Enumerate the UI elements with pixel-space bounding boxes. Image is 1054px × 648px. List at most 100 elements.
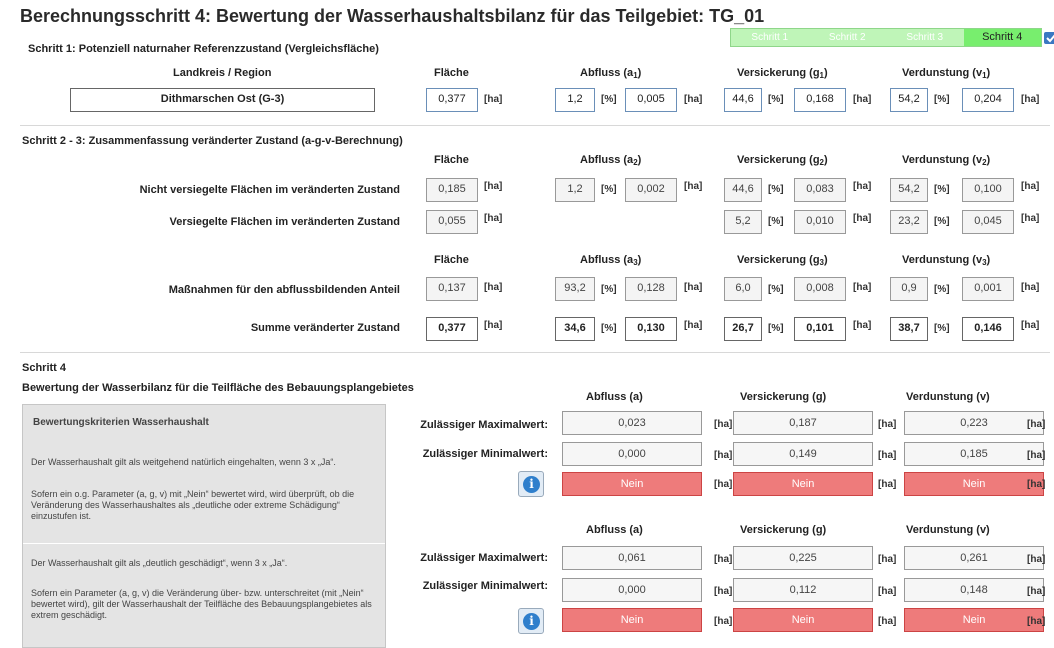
unit-ha: [ha]	[684, 94, 703, 105]
abfluss-header: Abfluss (a3)	[580, 254, 642, 267]
section1-title: Schritt 1: Potenziell naturnaher Referen…	[28, 43, 379, 55]
v-verdunstung-pct-value: 23,2	[890, 210, 928, 234]
abfluss-header: Abfluss (a)	[586, 524, 643, 536]
unit-ha: [ha]	[878, 479, 897, 490]
row-nicht-versiegelt-label: Nicht versiegelte Flächen im veränderten…	[139, 184, 400, 196]
unit-ha: [ha]	[878, 554, 897, 565]
nv-versickerung-pct-value: 44,6	[724, 178, 762, 202]
ref-abfluss-ha-field[interactable]: 0,005	[625, 88, 677, 112]
unit-pct: [%]	[934, 94, 950, 105]
unit-pct: [%]	[934, 184, 950, 195]
criteria-divider	[23, 543, 385, 544]
b2-max-abfluss: 0,061	[562, 546, 702, 570]
verdunstung-header: Verdunstung (v)	[906, 391, 990, 403]
unit-pct: [%]	[768, 216, 784, 227]
unit-ha: [ha]	[1027, 479, 1046, 490]
divider	[20, 352, 1050, 353]
unit-ha: [ha]	[484, 320, 503, 331]
s-abfluss-ha-value: 0,130	[625, 317, 677, 341]
b2-min-verdunstung: 0,148	[904, 578, 1044, 602]
info-button[interactable]: i	[518, 471, 544, 497]
b1-min-versickerung: 0,149	[733, 442, 873, 466]
unit-ha: [ha]	[853, 282, 872, 293]
m-verdunstung-ha-value: 0,001	[962, 277, 1014, 301]
m-versickerung-pct-value: 6,0	[724, 277, 762, 301]
b2-max-verdunstung: 0,261	[904, 546, 1044, 570]
versickerung-header: Versickerung (g3)	[737, 254, 828, 267]
unit-ha: [ha]	[878, 616, 897, 627]
unit-pct: [%]	[768, 94, 784, 105]
unit-pct: [%]	[601, 284, 617, 295]
b1-result-abfluss: Nein	[562, 472, 702, 496]
flaeche-header: Fläche	[434, 67, 469, 79]
unit-ha: [ha]	[714, 554, 733, 565]
unit-pct: [%]	[768, 323, 784, 334]
m-flaeche-value: 0,137	[426, 277, 478, 301]
verdunstung-header: Verdunstung (v)	[906, 524, 990, 536]
step-3-tab[interactable]: Schritt 3	[886, 29, 964, 46]
min-label: Zulässiger Minimalwert:	[422, 448, 548, 460]
criteria-text-1: Der Wasserhaushalt gilt als weitgehend n…	[31, 457, 336, 467]
verdunstung-header: Verdunstung (v1)	[902, 67, 991, 80]
ref-verdunstung-ha-field[interactable]: 0,204	[962, 88, 1014, 112]
info-icon: i	[523, 476, 540, 493]
abfluss-header: Abfluss (a1)	[580, 67, 642, 80]
v-flaeche-value: 0,055	[426, 210, 478, 234]
versickerung-header: Versickerung (g2)	[737, 154, 828, 167]
section2-title: Schritt 2 - 3: Zusammenfassung verändert…	[22, 135, 403, 147]
unit-ha: [ha]	[1027, 554, 1046, 565]
verdunstung-header: Verdunstung (v2)	[902, 154, 991, 167]
max-label: Zulässiger Maximalwert:	[420, 552, 548, 564]
nv-verdunstung-pct-value: 54,2	[890, 178, 928, 202]
b1-result-versickerung: Nein	[733, 472, 873, 496]
unit-ha: [ha]	[1027, 586, 1046, 597]
check-icon[interactable]	[1044, 30, 1054, 46]
step-2-tab[interactable]: Schritt 2	[809, 29, 887, 46]
ref-abfluss-pct-field[interactable]: 1,2	[555, 88, 595, 112]
unit-ha: [ha]	[484, 282, 503, 293]
v-versickerung-pct-value: 5,2	[724, 210, 762, 234]
ref-verdunstung-pct-field[interactable]: 54,2	[890, 88, 928, 112]
versickerung-header: Versickerung (g)	[740, 524, 827, 536]
section4-subtitle: Bewertung der Wasserbilanz für die Teilf…	[22, 382, 414, 394]
info-button[interactable]: i	[518, 608, 544, 634]
abfluss-header: Abfluss (a)	[586, 391, 643, 403]
region-select[interactable]: Dithmarschen Ost (G-3)	[70, 88, 375, 112]
unit-ha: [ha]	[1021, 282, 1040, 293]
versickerung-header: Versickerung (g1)	[737, 67, 828, 80]
b1-max-verdunstung: 0,223	[904, 411, 1044, 435]
unit-ha: [ha]	[1027, 616, 1046, 627]
unit-ha: [ha]	[1021, 213, 1040, 224]
unit-ha: [ha]	[484, 213, 503, 224]
row-massnahmen-label: Maßnahmen für den abflussbildenden Antei…	[168, 284, 400, 296]
ref-versickerung-ha-field[interactable]: 0,168	[794, 88, 846, 112]
info-icon: i	[523, 613, 540, 630]
s-verdunstung-pct-value: 38,7	[890, 317, 928, 341]
v-versickerung-ha-value: 0,010	[794, 210, 846, 234]
b1-max-versickerung: 0,187	[733, 411, 873, 435]
ref-flaeche-field[interactable]: 0,377	[426, 88, 478, 112]
max-label: Zulässiger Maximalwert:	[420, 419, 548, 431]
unit-ha: [ha]	[1021, 181, 1040, 192]
unit-ha: [ha]	[878, 450, 897, 461]
section4-title: Schritt 4	[22, 362, 67, 374]
criteria-title: Bewertungskriterien Wasserhaushalt	[33, 417, 209, 428]
unit-ha: [ha]	[1027, 419, 1046, 430]
step-4-tab[interactable]: Schritt 4	[963, 29, 1041, 46]
s-flaeche-value: 0,377	[426, 317, 478, 341]
step-1-tab[interactable]: Schritt 1	[731, 29, 809, 46]
min-label: Zulässiger Minimalwert:	[422, 580, 548, 592]
v-verdunstung-ha-value: 0,045	[962, 210, 1014, 234]
unit-ha: [ha]	[684, 282, 703, 293]
unit-ha: [ha]	[1021, 320, 1040, 331]
ref-versickerung-pct-field[interactable]: 44,6	[724, 88, 762, 112]
nv-abfluss-pct-value: 1,2	[555, 178, 595, 202]
divider	[20, 125, 1050, 126]
b2-max-versickerung: 0,225	[733, 546, 873, 570]
unit-pct: [%]	[934, 323, 950, 334]
unit-ha: [ha]	[878, 586, 897, 597]
step-navigation: Schritt 1 Schritt 2 Schritt 3 Schritt 4	[730, 28, 1042, 47]
unit-ha: [ha]	[714, 586, 733, 597]
nv-flaeche-value: 0,185	[426, 178, 478, 202]
m-abfluss-ha-value: 0,128	[625, 277, 677, 301]
